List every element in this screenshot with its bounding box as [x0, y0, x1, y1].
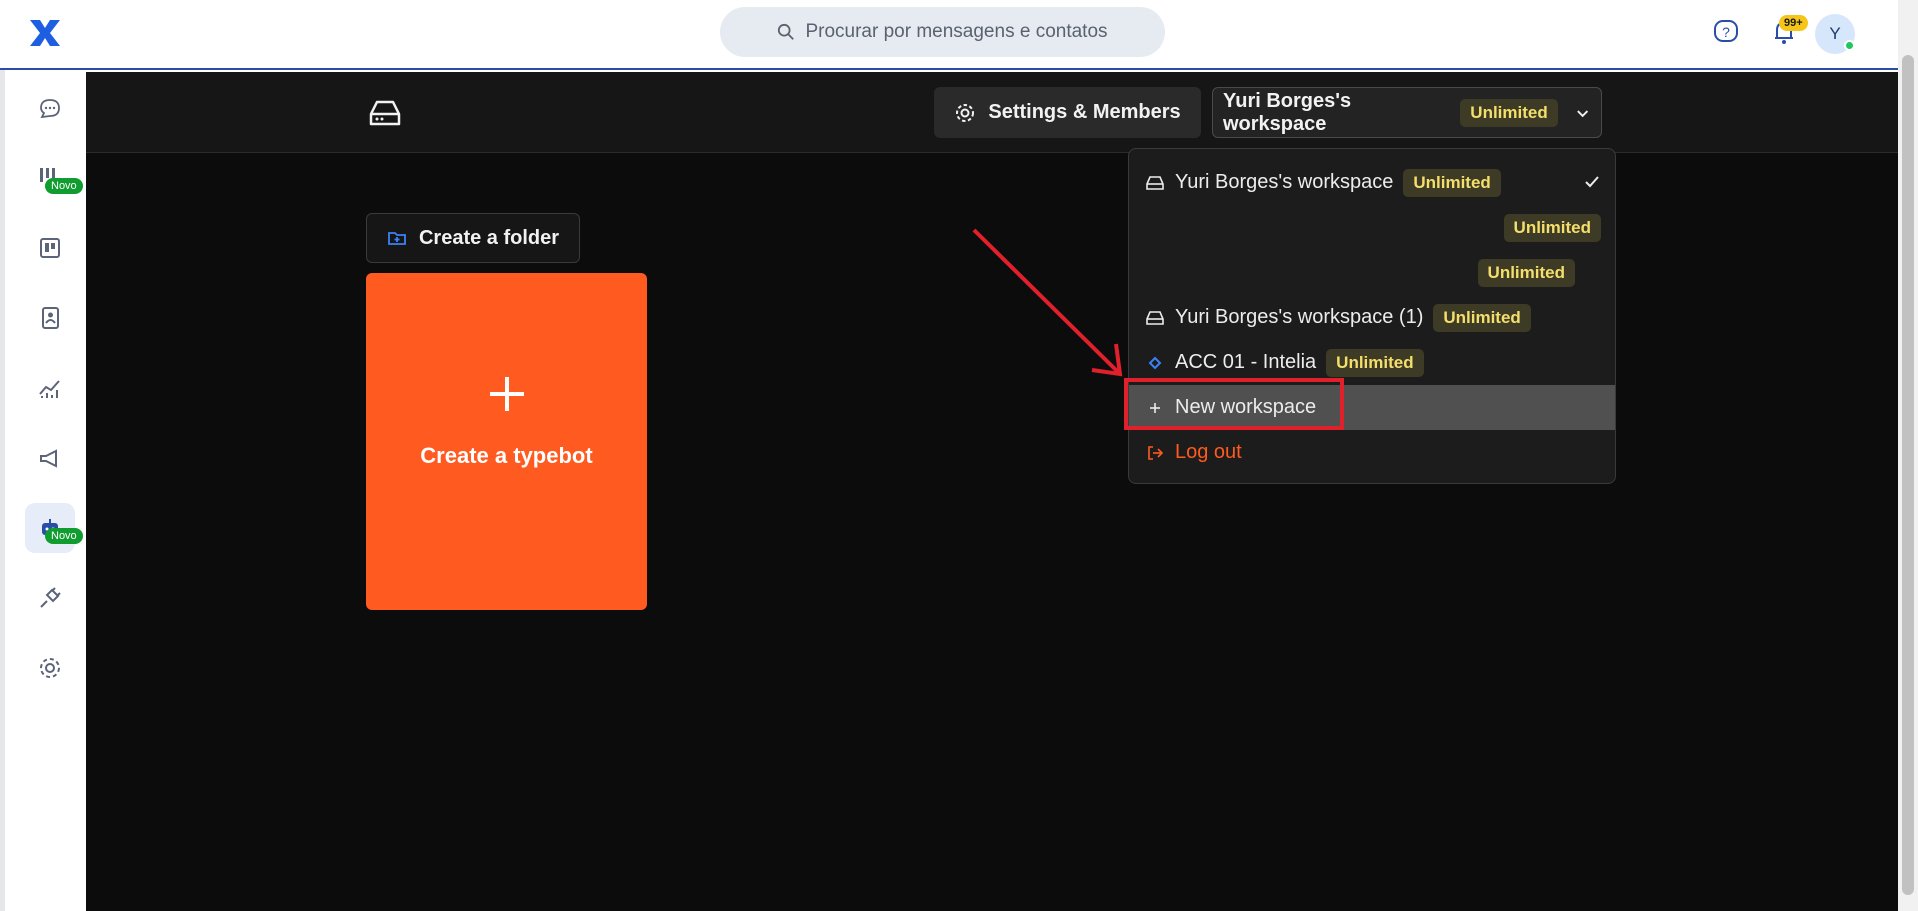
drive-icon — [1146, 310, 1164, 325]
search-icon — [778, 23, 795, 40]
left-sidebar: Novo Novo — [0, 70, 86, 911]
workspace-name: Yuri Borges's workspace — [1223, 89, 1352, 135]
board-icon — [40, 238, 60, 258]
sidebar-item-board[interactable] — [25, 223, 75, 273]
sidebar-item-campaigns[interactable] — [25, 433, 75, 483]
settings-members-label: Settings & Members — [988, 101, 1181, 123]
create-folder-label: Create a folder — [418, 226, 560, 249]
drive-icon — [1146, 175, 1164, 190]
sidebar-item-integrations[interactable] — [25, 573, 75, 623]
plug-icon — [40, 587, 61, 608]
svg-text:?: ? — [1722, 24, 1730, 40]
novo-badge: Novo — [45, 178, 83, 194]
typebot-main-area: Settings & Members Yuri Borges's workspa… — [86, 72, 1898, 911]
megaphone-icon — [40, 449, 57, 468]
search-placeholder: Procurar por mensagens e contatos — [805, 21, 1108, 42]
drive-icon[interactable] — [366, 94, 404, 132]
gear-icon — [956, 103, 975, 122]
sidebar-item-settings[interactable] — [25, 643, 75, 693]
create-folder-button[interactable]: Create a folder — [366, 213, 580, 263]
scrollbar-thumb[interactable] — [1902, 55, 1914, 895]
menu-workspace-item[interactable]: Unlimited — [1129, 205, 1615, 250]
chat-icon — [40, 99, 60, 119]
menu-workspace-item[interactable]: Yuri Borges's workspace Unlimited — [1129, 160, 1615, 205]
plan-badge: Unlimited — [1460, 98, 1558, 127]
settings-members-button[interactable]: Settings & Members — [934, 87, 1201, 138]
plan-badge: Unlimited — [1477, 258, 1575, 287]
plan-badge: Unlimited — [1503, 213, 1601, 242]
workspace-header: Settings & Members Yuri Borges's workspa… — [86, 72, 1898, 153]
contacts-icon — [42, 307, 59, 329]
help-icon[interactable]: ? — [1710, 16, 1742, 48]
top-bar: Procurar por mensagens e contatos ? 99+ … — [0, 0, 1898, 70]
sidebar-item-reports[interactable] — [25, 363, 75, 413]
workspace-menu: Yuri Borges's workspace Unlimited Unlimi… — [1128, 148, 1616, 484]
logout-item[interactable]: Log out — [1129, 430, 1615, 475]
sidebar-item-chat[interactable] — [25, 83, 75, 133]
plan-badge: Unlimited — [1403, 168, 1501, 197]
reports-icon — [39, 380, 60, 398]
create-typebot-card[interactable]: Create a typebot — [366, 273, 647, 610]
folder-plus-icon — [388, 232, 406, 245]
check-icon — [1585, 176, 1599, 188]
diamond-logo-icon — [1148, 356, 1162, 369]
workspace-name: Yuri Borges's workspace (1) — [1175, 306, 1424, 328]
notification-badge: 99+ — [1779, 15, 1808, 31]
workspace-name: ACC 01 - Intelia — [1175, 351, 1317, 373]
workspace-name: Yuri Borges's workspace — [1175, 171, 1394, 193]
gear-icon — [40, 658, 60, 678]
online-status-dot — [1844, 40, 1855, 51]
plan-badge: Unlimited — [1433, 303, 1531, 332]
workspace-selector[interactable]: Yuri Borges's workspace Unlimited — [1212, 87, 1602, 138]
sidebar-item-contacts[interactable] — [25, 293, 75, 343]
menu-workspace-item[interactable]: Yuri Borges's workspace (1) Unlimited — [1129, 295, 1615, 340]
avatar-initial: Y — [1829, 24, 1841, 43]
chevron-down-icon — [1576, 109, 1588, 117]
annotation-arrow-icon — [972, 228, 1123, 377]
novo-badge: Novo — [45, 528, 83, 544]
menu-workspace-item[interactable]: Unlimited — [1129, 250, 1615, 295]
plan-badge: Unlimited — [1326, 348, 1424, 377]
annotation-highlight-box — [1124, 378, 1344, 430]
logout-label: Log out — [1175, 441, 1242, 463]
plus-icon — [490, 377, 524, 411]
search-bar[interactable]: Procurar por mensagens e contatos — [720, 7, 1165, 57]
app-logo-icon[interactable] — [26, 14, 64, 52]
logout-icon — [1148, 445, 1164, 460]
create-typebot-label: Create a typebot — [420, 443, 593, 468]
